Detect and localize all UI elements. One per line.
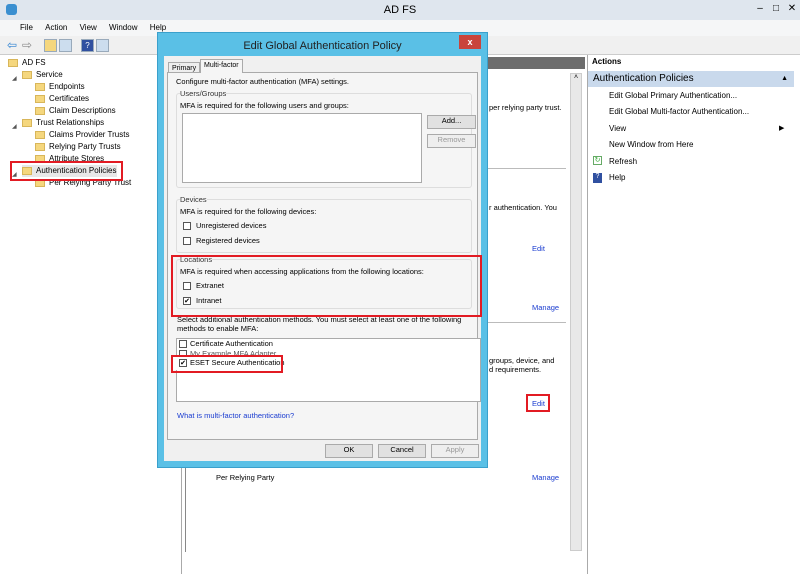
multi-factor-tab-pane: Configure multi-factor authentication (M… [167,72,482,440]
apply-button[interactable]: Apply [431,444,479,458]
tree-item-relying-party-trusts[interactable]: Relying Party Trusts [35,141,121,153]
tree-label: AD FS [22,58,46,67]
add-button[interactable]: Add... [427,115,476,129]
tree-item-adfs[interactable]: AD FS [8,57,46,69]
actions-section-header[interactable]: Authentication Policies ▲ [588,71,794,87]
what-is-mfa-link[interactable]: What is multi-factor authentication? [177,411,294,420]
up-folder-icon[interactable] [44,39,57,52]
help-icon[interactable]: ? [81,39,94,52]
title-bar: AD FS – □ ✕ [0,0,800,20]
group-label: Devices [180,195,207,204]
unregistered-devices-checkbox[interactable] [183,222,191,230]
highlight-box [10,161,123,181]
users-groups-list[interactable] [182,113,422,183]
action-help[interactable]: Help [609,173,625,182]
action-refresh[interactable]: Refresh [609,157,637,166]
show-hide-tree-icon[interactable] [59,39,72,52]
center-text: Per Relying Party [216,473,275,482]
back-icon[interactable]: ⇦ [7,38,17,52]
menu-window[interactable]: Window [109,23,137,32]
tree-label: Trust Relationships [36,118,105,127]
actions-pane: Actions Authentication Policies ▲ Edit Gl… [588,55,800,574]
certificate-auth-checkbox[interactable] [179,340,187,348]
remove-button[interactable]: Remove [427,134,476,148]
folder-icon [35,130,45,139]
tree-item-endpoints[interactable]: Endpoints [35,81,85,93]
tree-label: Certificates [49,94,90,103]
manage-link[interactable]: Manage [532,473,559,482]
minimize-button[interactable]: – [752,0,768,18]
checkbox-label: Unregistered devices [196,221,267,230]
intro-text: Configure multi-factor authentication (M… [176,77,349,86]
edit-primary-link[interactable]: Edit [532,244,545,253]
registered-devices-checkbox[interactable] [183,237,191,245]
cancel-button[interactable]: Cancel [378,444,426,458]
users-desc: MFA is required for the following users … [180,101,349,110]
tree-label: Claim Descriptions [49,106,116,115]
divider [488,322,566,323]
folder-icon [22,70,32,79]
tab-multi-factor[interactable]: Multi-factor [200,59,243,73]
tree-item-claims-provider-trusts[interactable]: Claims Provider Trusts [35,129,129,141]
action-edit-global-primary[interactable]: Edit Global Primary Authentication... [609,91,737,100]
maximize-button[interactable]: □ [768,0,784,18]
menu-view[interactable]: View [80,23,97,32]
window-title: AD FS [383,4,417,16]
menu-action[interactable]: Action [45,23,67,32]
tree-item-trust-relationships[interactable]: Trust Relationships [22,117,104,129]
tree-label: Relying Party Trusts [49,142,121,151]
close-window-button[interactable]: ✕ [784,0,800,18]
expand-arrow-icon[interactable]: ◢ [12,75,17,82]
checkbox-label: Registered devices [196,236,260,245]
center-text: r authentication. You [489,203,557,212]
submenu-arrow-icon: ▶ [779,125,785,132]
show-hide-action-pane-icon[interactable] [96,39,109,52]
center-text: per relying party trust. [489,103,562,112]
collapse-icon[interactable]: ▲ [781,71,788,87]
menu-file[interactable]: File [20,23,33,32]
tree-item-service[interactable]: Service [22,69,63,81]
edit-global-auth-policy-dialog: Edit Global Authentication Policy x Prim… [157,32,488,468]
action-view[interactable]: View [609,124,626,133]
folder-icon [35,106,45,115]
tree-item-claim-descriptions[interactable]: Claim Descriptions [35,105,116,117]
highlight-box [171,255,482,317]
dialog-close-button[interactable]: x [459,35,481,49]
scroll-up-icon[interactable]: ˄ [571,74,581,81]
expand-arrow-icon[interactable]: ◢ [12,123,17,130]
action-new-window[interactable]: New Window from Here [609,140,693,149]
group-label: Users/Groups [180,89,227,98]
ok-button[interactable]: OK [325,444,373,458]
methods-desc: Select additional authentication methods… [177,315,462,333]
tree-label: Service [36,70,63,79]
tree-item-certificates[interactable]: Certificates [35,93,89,105]
menu-help[interactable]: Help [150,23,166,32]
manage-link[interactable]: Manage [532,303,559,312]
help-icon: ? [593,173,602,183]
dialog-body: Primary Multi-factor Configure multi-fac… [164,56,482,461]
action-edit-global-mfa[interactable]: Edit Global Multi-factor Authentication.… [609,107,749,116]
dialog-title: Edit Global Authentication Policy [243,40,402,52]
tree-label: Endpoints [49,82,85,91]
folder-icon [35,82,45,91]
scrollbar[interactable]: ˄ [570,73,582,551]
divider [488,168,566,169]
refresh-icon: ↻ [593,156,602,165]
highlight-box [171,355,283,373]
method-label: Certificate Authentication [190,339,273,348]
folder-icon [35,142,45,151]
center-text: d requirements. [489,365,542,374]
folder-icon [8,58,18,67]
folder-icon [22,118,32,127]
console-tree: AD FS ◢ Service Endpoints Certificates C… [0,55,182,574]
tree-label: Claims Provider Trusts [49,130,130,139]
forward-icon[interactable]: ⇨ [22,38,32,52]
highlight-box [526,394,550,412]
devices-desc: MFA is required for the following device… [180,207,317,216]
folder-icon [35,94,45,103]
section-title: Authentication Policies [593,73,694,84]
actions-header: Actions [592,57,622,66]
center-text: groups, device, and [489,356,555,365]
